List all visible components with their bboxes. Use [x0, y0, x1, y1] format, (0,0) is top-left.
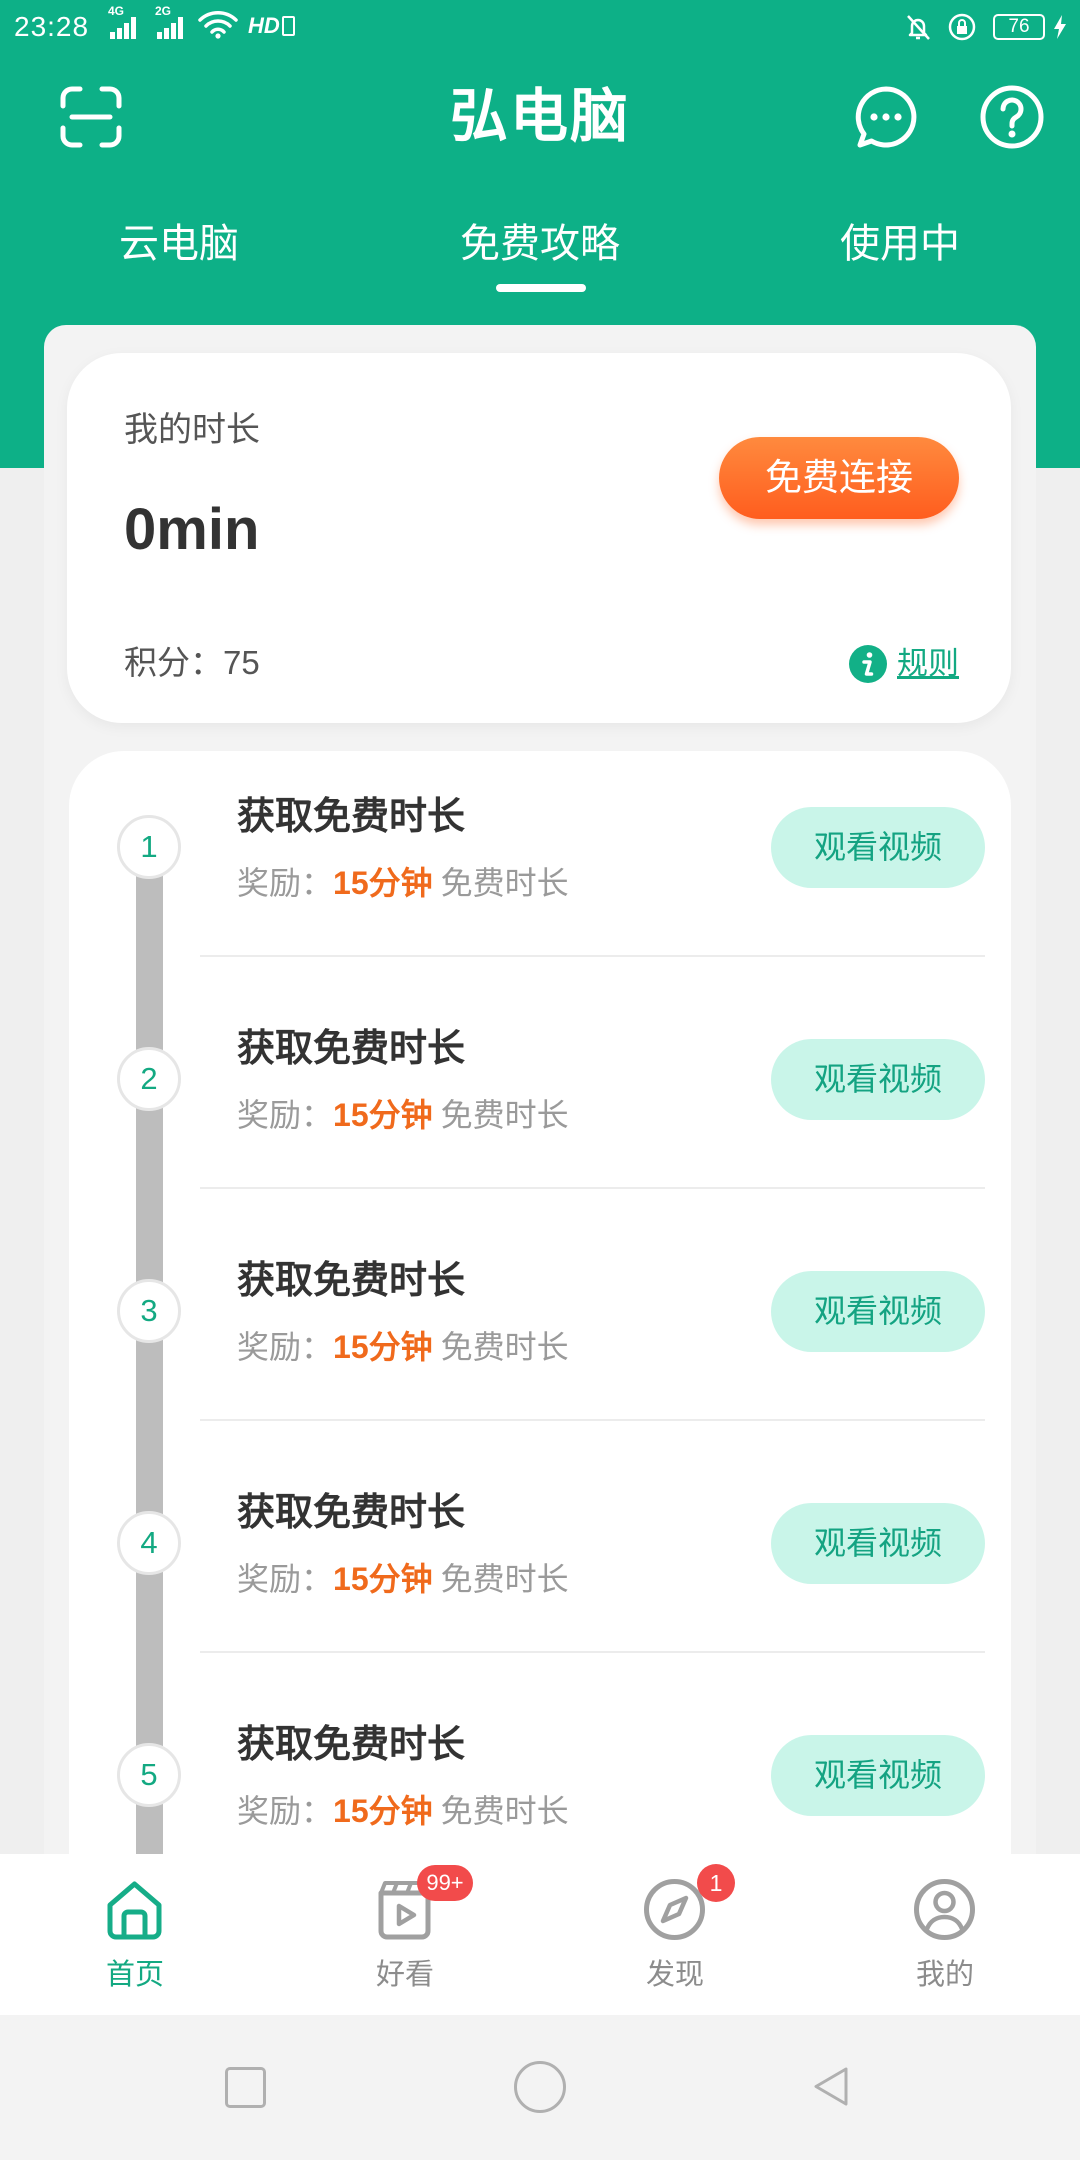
task-row: 2 获取免费时长 奖励：15分钟 免费时长 观看视频	[69, 983, 1011, 1215]
row-divider	[200, 1187, 985, 1189]
reward-amount: 15分钟	[333, 1793, 433, 1829]
points-value: 75	[223, 644, 260, 681]
status-bar: 23:28 4G 2G HD 76	[0, 0, 1080, 55]
task-row: 3 获取免费时长 奖励：15分钟 免费时长 观看视频	[69, 1215, 1011, 1447]
task-reward: 奖励：15分钟 免费时长	[237, 1791, 569, 1831]
reward-prefix: 奖励：	[237, 1097, 334, 1133]
points-text: 积分：75	[124, 643, 260, 683]
reward-amount: 15分钟	[333, 1561, 433, 1597]
task-row: 4 获取免费时长 奖励：15分钟 免费时长 观看视频	[69, 1447, 1011, 1679]
signal-1-label: 4G	[108, 4, 125, 18]
hd-box-icon	[282, 16, 295, 36]
reward-prefix: 奖励：	[237, 865, 334, 901]
nav-item-profile[interactable]: 我的	[810, 1854, 1080, 2015]
tab-in-use[interactable]: 使用中	[750, 219, 1050, 269]
home-icon	[107, 1881, 162, 1940]
duration-card: 我的时长 0min 免费连接 积分：75 规则	[67, 353, 1011, 723]
reward-unit: 免费时长	[440, 865, 569, 901]
watch-video-button[interactable]: 观看视频	[771, 1039, 985, 1120]
tab-cloud-pc[interactable]: 云电脑	[29, 219, 329, 269]
signal-2-label: 2G	[155, 4, 172, 18]
task-title: 获取免费时长	[237, 1028, 466, 1070]
bell-slash-icon	[907, 15, 930, 40]
reward-prefix: 奖励：	[237, 1793, 334, 1829]
row-divider	[200, 1651, 985, 1653]
notification-badge: 99+	[417, 1865, 473, 1901]
active-tab-indicator	[496, 284, 586, 292]
charging-bolt-icon	[1054, 15, 1066, 39]
help-icon[interactable]	[979, 84, 1045, 150]
task-row: 1 获取免费时长 奖励：15分钟 免费时长 观看视频	[69, 751, 1011, 983]
task-reward: 奖励：15分钟 免费时长	[237, 1095, 569, 1135]
nav-label: 我的	[915, 1959, 974, 1991]
points-label: 积分：	[124, 644, 223, 681]
nav-label: 发现	[645, 1959, 704, 1991]
rules-link[interactable]: 规则	[897, 644, 959, 684]
duration-label: 我的时长	[124, 411, 260, 449]
watch-video-button[interactable]: 观看视频	[771, 1735, 985, 1816]
nav-item-home[interactable]: 首页	[0, 1854, 270, 2015]
reward-unit: 免费时长	[440, 1561, 569, 1597]
watch-video-button[interactable]: 观看视频	[771, 1271, 985, 1352]
reward-prefix: 奖励：	[237, 1329, 334, 1365]
row-divider	[200, 955, 985, 957]
task-row: 5 获取免费时长 奖励：15分钟 免费时长 观看视频	[69, 1679, 1011, 1854]
reward-amount: 15分钟	[333, 865, 433, 901]
info-icon[interactable]	[849, 645, 887, 683]
tab-free-guide[interactable]: 免费攻略	[390, 219, 690, 269]
bottom-nav: 首页 99+ 好看 1 发现 我的	[0, 1854, 1080, 2015]
step-number: 2	[117, 1047, 181, 1111]
step-number: 5	[117, 1743, 181, 1807]
step-number: 4	[117, 1511, 181, 1575]
task-title: 获取免费时长	[237, 796, 466, 838]
user-icon	[914, 1879, 975, 1940]
nav-label: 好看	[375, 1959, 434, 1991]
recent-apps-icon[interactable]	[225, 2067, 266, 2108]
home-circle-icon[interactable]	[514, 2061, 566, 2113]
step-number: 3	[117, 1279, 181, 1343]
signal-bars-icon	[157, 17, 183, 39]
task-title: 获取免费时长	[237, 1724, 466, 1766]
reward-amount: 15分钟	[333, 1097, 433, 1133]
reward-prefix: 奖励：	[237, 1561, 334, 1597]
nav-item-watch[interactable]: 99+ 好看	[270, 1854, 540, 2015]
status-time: 23:28	[14, 11, 90, 42]
notification-badge: 1	[697, 1864, 735, 1902]
signal-bars-icon	[110, 17, 136, 39]
watch-video-button[interactable]: 观看视频	[771, 1503, 985, 1584]
app-title: 弘电脑	[449, 84, 630, 149]
nav-label: 首页	[105, 1959, 164, 1991]
task-title: 获取免费时长	[237, 1492, 466, 1534]
step-number: 1	[117, 815, 181, 879]
duration-value: 0min	[124, 497, 260, 562]
app-root: 23:28 4G 2G HD 76 弘电脑 云电脑 免费攻略 使用中 我的时长 …	[0, 0, 1080, 2160]
system-navigation-bar	[0, 2015, 1080, 2160]
task-reward: 奖励：15分钟 免费时长	[237, 863, 569, 903]
nav-item-discover[interactable]: 1 发现	[540, 1854, 810, 2015]
reward-unit: 免费时长	[440, 1329, 569, 1365]
wifi-icon	[198, 11, 238, 39]
reward-unit: 免费时长	[440, 1793, 569, 1829]
message-icon[interactable]	[851, 82, 921, 152]
task-reward: 奖励：15分钟 免费时长	[237, 1559, 569, 1599]
back-triangle-icon[interactable]	[808, 2063, 855, 2110]
row-divider	[200, 1419, 985, 1421]
watch-video-button[interactable]: 观看视频	[771, 807, 985, 888]
rotation-lock-icon	[948, 13, 976, 41]
task-list: 1 获取免费时长 奖励：15分钟 免费时长 观看视频 2 获取免费时长 奖励：15…	[69, 751, 1011, 1854]
scan-icon[interactable]	[58, 84, 124, 150]
free-connect-button[interactable]: 免费连接	[719, 437, 959, 519]
reward-amount: 15分钟	[333, 1329, 433, 1365]
hd-label: HD	[248, 13, 280, 38]
task-title: 获取免费时长	[237, 1260, 466, 1302]
battery-level: 76	[993, 14, 1045, 40]
reward-unit: 免费时长	[440, 1097, 569, 1133]
task-reward: 奖励：15分钟 免费时长	[237, 1327, 569, 1367]
